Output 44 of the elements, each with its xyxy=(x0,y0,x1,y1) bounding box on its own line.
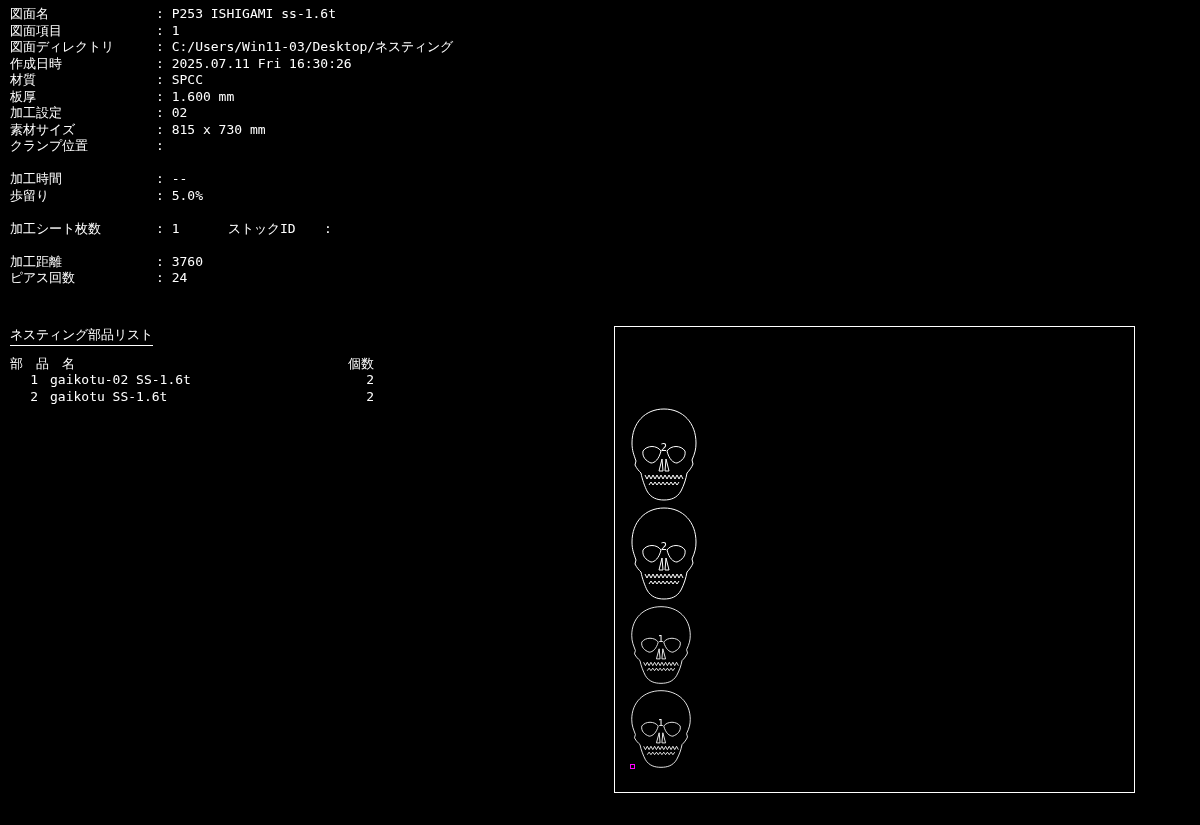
field-label: 素材サイズ xyxy=(10,121,76,138)
field-label: 加工距離 xyxy=(10,253,63,270)
field-value: : 24 xyxy=(156,270,188,287)
field-label: ストックID xyxy=(228,220,297,237)
field-label: 加工時間 xyxy=(10,171,63,188)
field-label: 図面名 xyxy=(10,6,50,23)
field-value: : xyxy=(324,220,332,237)
field-label: 歩留り xyxy=(10,187,50,204)
row-number: 2 xyxy=(29,388,39,405)
row-number: 1 xyxy=(29,372,39,389)
field-value: : 3760 xyxy=(156,253,203,270)
field-value: : C:/Users/Win11-03/Desktop/ネスティング xyxy=(156,39,454,56)
field-label: 図面ディレクトリ xyxy=(10,39,115,56)
field-value: : 5.0% xyxy=(156,187,203,204)
field-label: 材質 xyxy=(10,72,37,89)
field-label: 板厚 xyxy=(10,88,37,105)
field-value: : 1 xyxy=(156,220,181,237)
part-count: 2 xyxy=(365,372,374,389)
field-value: : 02 xyxy=(156,105,188,122)
column-header: 部 品 名 xyxy=(10,355,75,372)
field-value: : -- xyxy=(156,171,188,188)
part-name: gaikotu-02 SS-1.6t xyxy=(50,372,192,389)
column-header: 個数 xyxy=(348,355,374,372)
field-label: 作成日時 xyxy=(10,55,63,72)
skull-part-drawing: 2 xyxy=(629,407,699,502)
origin-marker-icon xyxy=(630,764,635,769)
skull-part-drawing: 1 xyxy=(629,605,693,685)
field-value: : SPCC xyxy=(156,72,203,89)
field-label: 加工シート枚数 xyxy=(10,220,102,237)
part-name: gaikotu SS-1.6t xyxy=(50,388,169,405)
field-label: 図面項目 xyxy=(10,22,63,39)
skull-part-drawing: 2 xyxy=(629,506,699,601)
field-label: クランプ位置 xyxy=(10,138,89,155)
section-title: ネスティング部品リスト xyxy=(10,327,153,346)
field-value: : P253 ISHIGAMI ss-1.6t xyxy=(156,6,336,23)
part-count: 2 xyxy=(365,388,374,405)
skull-part-drawing: 1 xyxy=(629,689,693,769)
field-value: : 815 x 730 mm xyxy=(156,121,266,138)
field-label: ピアス回数 xyxy=(10,270,76,287)
field-value: : xyxy=(156,138,164,155)
field-value: : 1 xyxy=(156,22,180,39)
field-label: 加工設定 xyxy=(10,105,63,122)
field-value: : 2025.07.11 Fri 16:30:26 xyxy=(156,55,352,72)
field-value: : 1.600 mm xyxy=(156,88,235,105)
